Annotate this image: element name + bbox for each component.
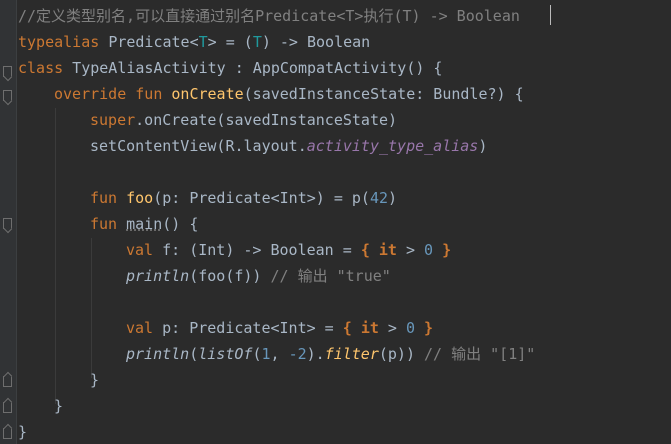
code-text: >: [378, 319, 406, 337]
code-text: ): [478, 137, 488, 155]
code-line-5[interactable]: super.onCreate(savedInstanceState): [90, 107, 397, 133]
code-line-1[interactable]: //定义类型别名,可以直接通过别名Predicate<T>执行(T) -> Bo…: [18, 3, 520, 29]
lambda-brace: }: [424, 319, 434, 337]
lambda-brace: }: [442, 241, 452, 259]
comment: // 输出 "true": [270, 267, 391, 285]
code-line-3[interactable]: class TypeAliasActivity : AppCompatActiv…: [18, 55, 442, 81]
fold-end-main-icon[interactable]: [3, 376, 12, 387]
bracket: <: [189, 33, 199, 51]
number-literal: 42: [369, 189, 389, 207]
fold-oncreate-icon[interactable]: [3, 90, 12, 101]
keyword: fun: [90, 215, 118, 233]
stdlib-function: println: [126, 345, 190, 363]
fold-main-icon[interactable]: [3, 218, 12, 229]
keyword: fun: [90, 189, 118, 207]
code-text: = (: [216, 33, 253, 51]
code-text: (p)): [378, 345, 425, 363]
function-name: main: [126, 215, 163, 233]
text-caret: [550, 5, 551, 25]
type-param: T: [252, 33, 262, 51]
extension-function: filter: [324, 345, 379, 363]
number-literal: -2: [288, 345, 307, 363]
closing-brace: }: [18, 423, 28, 441]
lambda-brace: {: [360, 241, 370, 259]
code-text: (: [189, 345, 199, 363]
lambda-brace: {: [342, 319, 352, 337]
number-literal: 1: [261, 345, 271, 363]
type-param: T: [198, 33, 208, 51]
code-line-15[interactable]: }: [90, 367, 99, 393]
code-line-11[interactable]: println(foo(f)) // 输出 "true": [126, 263, 391, 289]
fold-class-icon[interactable]: [3, 66, 12, 77]
code-text: (foo(f)): [189, 267, 271, 285]
fold-end-class-icon[interactable]: [3, 428, 12, 439]
code-line-14[interactable]: println(listOf(1, -2).filter(p)) // 输出 "…: [126, 341, 535, 367]
code-text: >: [396, 241, 425, 259]
comment: // 输出 "[1]": [424, 345, 536, 363]
keyword: class: [18, 59, 64, 77]
keyword: val: [126, 319, 154, 337]
code-line-17[interactable]: }: [18, 419, 27, 444]
closing-brace: }: [90, 371, 100, 389]
code-line-13[interactable]: val p: Predicate<Int> = { it > 0 }: [126, 315, 433, 341]
code-text: ) -> Boolean: [261, 33, 371, 51]
type-name: Predicate: [108, 33, 190, 51]
keyword: super: [90, 111, 136, 129]
number-literal: 0: [405, 319, 415, 337]
code-line-16[interactable]: }: [54, 393, 63, 419]
indent-guide: [91, 238, 92, 378]
stdlib-function: listOf: [198, 345, 253, 363]
code-text: (p: Predicate<Int>) = p(: [153, 189, 370, 207]
lambda-it: it: [378, 241, 397, 259]
fold-end-oncreate-icon[interactable]: [3, 402, 12, 413]
editor-gutter: [0, 0, 17, 444]
code-text: () {: [162, 215, 199, 233]
function-name: onCreate: [171, 85, 244, 103]
code-line-2[interactable]: typealias Predicate<T> = (T) -> Boolean: [18, 29, 370, 55]
resource-field: activity_type_alias: [306, 137, 479, 155]
code-line-9[interactable]: fun main() {: [90, 211, 198, 237]
bracket: >: [207, 33, 217, 51]
indent-guide: [55, 108, 56, 404]
code-text: (savedInstanceState: Bundle?) {: [243, 85, 524, 103]
code-text: TypeAliasActivity : AppCompatActivity() …: [63, 59, 443, 77]
comment: //定义类型别名,可以直接通过别名Predicate<T>执行(T) -> Bo…: [18, 7, 520, 25]
closing-brace: }: [54, 397, 64, 415]
keyword: fun: [135, 85, 163, 103]
code-line-4[interactable]: override fun onCreate(savedInstanceState…: [54, 81, 524, 107]
code-text: ,: [270, 345, 289, 363]
stdlib-function: println: [126, 267, 190, 285]
code-line-8[interactable]: fun foo(p: Predicate<Int>) = p(42): [90, 185, 397, 211]
lambda-it: it: [360, 319, 379, 337]
code-text: ).: [306, 345, 325, 363]
keyword: override: [54, 85, 127, 103]
code-text: ): [388, 189, 398, 207]
code-text: f: (Int) -> Boolean =: [153, 241, 361, 259]
code-line-10[interactable]: val f: (Int) -> Boolean = { it > 0 }: [126, 237, 451, 263]
code-text: setContentView(R.layout.: [90, 137, 307, 155]
number-literal: 0: [424, 241, 434, 259]
code-editor[interactable]: //定义类型别名,可以直接通过别名Predicate<T>执行(T) -> Bo…: [0, 0, 671, 444]
code-text: .onCreate(savedInstanceState): [135, 111, 398, 129]
code-line-6[interactable]: setContentView(R.layout.activity_type_al…: [90, 133, 487, 159]
code-text: p: Predicate<Int> =: [153, 319, 343, 337]
keyword: typealias: [18, 33, 100, 51]
function-name: foo: [126, 189, 154, 207]
keyword: val: [126, 241, 154, 259]
